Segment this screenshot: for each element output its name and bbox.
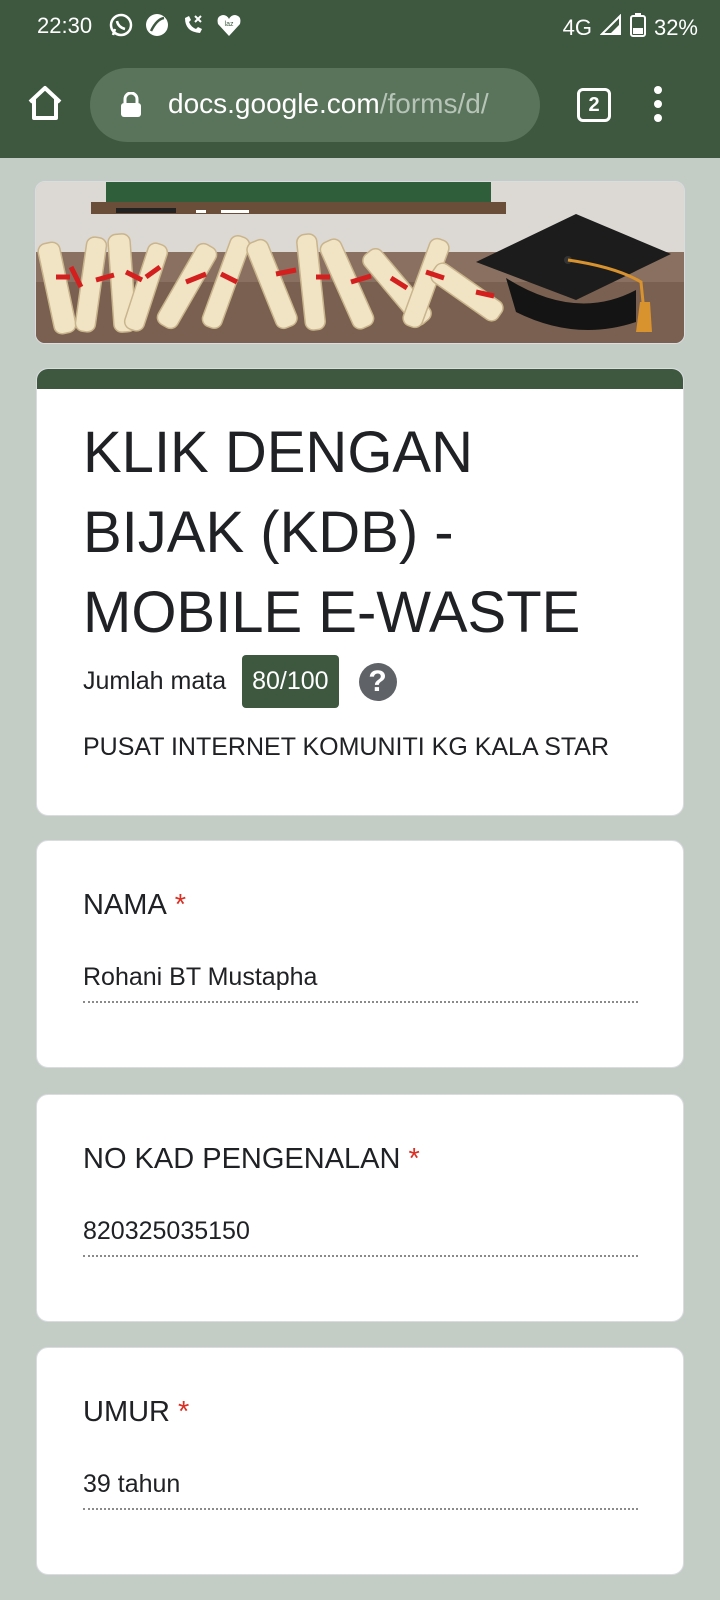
answer-field-nama[interactable]: Rohani BT Mustapha	[83, 959, 638, 1003]
form-title-card: KLIK DENGAN BIJAK (KDB) - MOBILE E-WASTE…	[36, 368, 684, 816]
status-time: 22:30	[37, 13, 93, 38]
status-right: 4G 32%	[563, 13, 698, 43]
help-icon[interactable]: ?	[358, 662, 397, 701]
tab-switcher-button[interactable]: 2	[577, 88, 611, 122]
address-bar[interactable]: docs.google.com/forms/d/	[90, 68, 540, 142]
question-label: NAMA *	[83, 889, 186, 922]
svg-text:laz: laz	[225, 21, 234, 28]
required-asterisk: *	[408, 1143, 420, 1175]
answer-field-umur[interactable]: 39 tahun	[83, 1466, 638, 1510]
score-badge: 80/100	[242, 655, 339, 708]
title-card-accent-bar	[37, 369, 683, 389]
answer-field-no-kad-pengenalan[interactable]: 820325035150	[83, 1213, 638, 1257]
lock-icon	[120, 91, 142, 118]
overflow-menu-button[interactable]	[652, 86, 664, 122]
leaf-app-icon	[144, 12, 170, 38]
battery-percent: 32%	[653, 15, 698, 40]
battery-icon	[629, 13, 646, 43]
question-label-text: NO KAD PENGENALAN	[83, 1143, 401, 1175]
required-asterisk: *	[178, 1396, 190, 1428]
score-row: Jumlah mata 80/100 ?	[83, 655, 397, 708]
form-title: KLIK DENGAN BIJAK (KDB) - MOBILE E-WASTE	[83, 420, 581, 645]
question-label-text: UMUR	[83, 1396, 170, 1428]
url-path: /forms/d/	[379, 88, 489, 119]
missed-call-icon	[180, 12, 206, 38]
browser-chrome: 22:30 laz 4G 32% docs.google.com/forms/d…	[0, 0, 720, 158]
lazada-icon: laz	[216, 12, 242, 38]
question-label: NO KAD PENGENALAN *	[83, 1143, 420, 1176]
notification-icons: laz	[108, 12, 242, 38]
home-button[interactable]	[24, 82, 66, 124]
score-label: Jumlah mata	[83, 667, 227, 695]
url-host: docs.google.com	[168, 88, 380, 119]
signal-icon	[599, 13, 622, 42]
question-label-text: NAMA	[83, 889, 167, 921]
status-bar: 22:30 laz 4G 32%	[0, 0, 720, 54]
whatsapp-icon	[108, 12, 134, 38]
question-label: UMUR *	[83, 1396, 189, 1429]
question-card-no-kad-pengenalan: NO KAD PENGENALAN * 820325035150	[36, 1094, 684, 1322]
form-description: PUSAT INTERNET KOMUNITI KG KALA STAR	[83, 733, 610, 761]
form-header-image	[35, 181, 685, 344]
home-icon	[28, 86, 62, 120]
question-card-umur: UMUR * 39 tahun	[36, 1347, 684, 1575]
network-type: 4G	[562, 15, 592, 40]
required-asterisk: *	[174, 889, 187, 921]
url-text: docs.google.com/forms/d/	[168, 88, 523, 120]
question-card-nama: NAMA * Rohani BT Mustapha	[36, 840, 684, 1068]
toolbar: docs.google.com/forms/d/ 2	[0, 64, 720, 144]
